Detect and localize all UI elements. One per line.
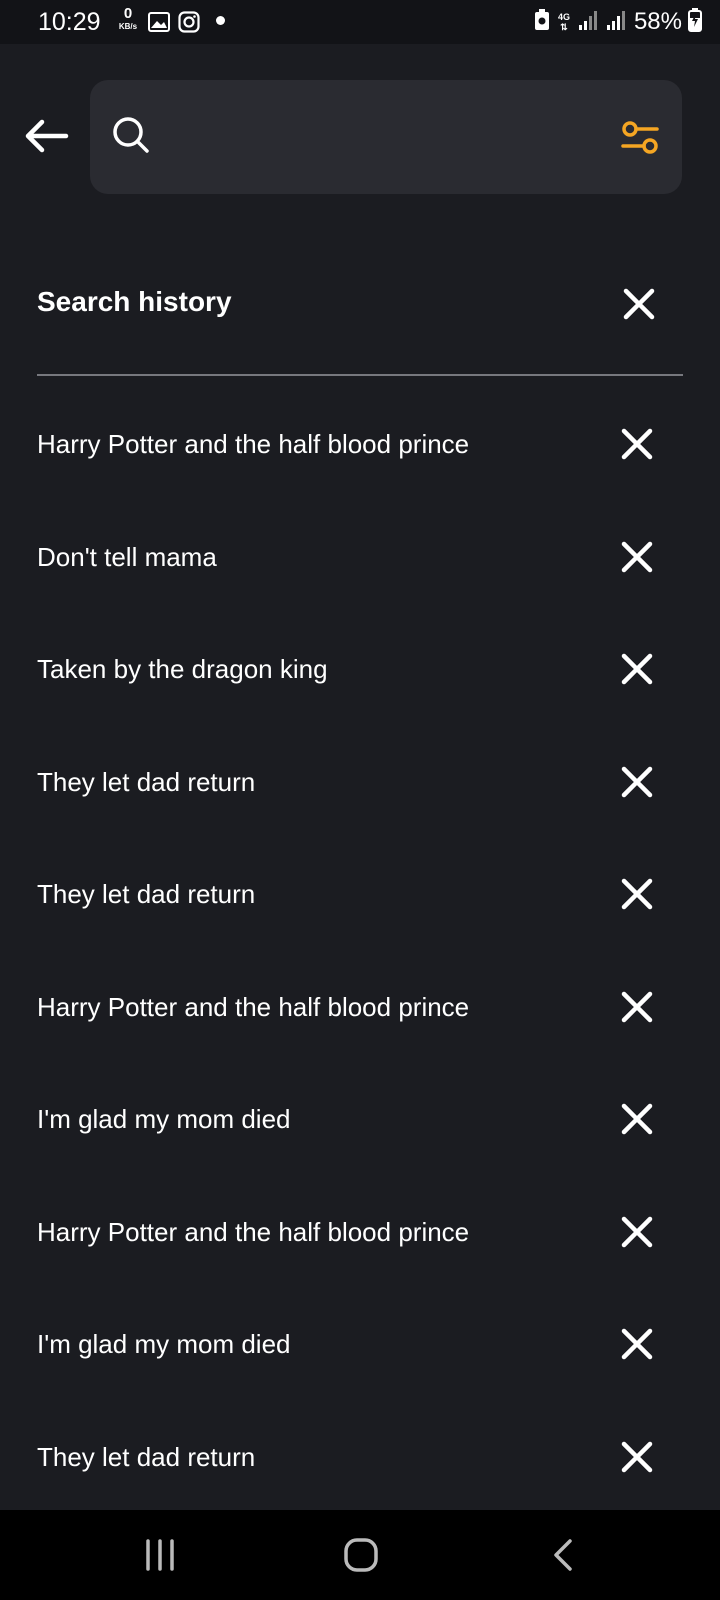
history-item-text: Taken by the dragon king	[37, 654, 328, 684]
home-button[interactable]	[343, 1537, 379, 1578]
close-icon	[621, 428, 653, 460]
remove-history-item-button[interactable]	[617, 649, 657, 689]
history-item[interactable]: Harry Potter and the half blood prince	[0, 390, 720, 503]
close-icon	[623, 288, 655, 320]
net-speed-value: 0	[123, 5, 133, 22]
search-input[interactable]	[166, 110, 586, 164]
status-bar: 10:29 0 KB/s 4G ⇅ 58%	[0, 0, 720, 44]
status-right-icons: 4G ⇅ 58%	[534, 7, 702, 37]
history-item[interactable]: Taken by the dragon king	[0, 615, 720, 728]
signal-strength-2-icon	[606, 9, 628, 36]
history-item[interactable]: Harry Potter and the half blood prince	[0, 1178, 720, 1291]
history-item-text: Don't tell mama	[37, 541, 217, 572]
remove-history-item-button[interactable]	[617, 1212, 657, 1252]
clear-history-button[interactable]	[619, 284, 659, 324]
close-icon	[621, 541, 653, 572]
status-time: 10:29	[38, 8, 101, 36]
history-item-text: Harry Potter and the half blood prince	[37, 991, 470, 1022]
recent-apps-button[interactable]	[143, 1537, 177, 1578]
close-icon	[621, 991, 653, 1022]
filter-sliders-icon	[621, 121, 659, 154]
remove-history-item-button[interactable]	[617, 537, 657, 577]
network-type-icon: 4G ⇅	[557, 12, 570, 32]
back-button[interactable]	[20, 110, 72, 162]
remove-history-item-button[interactable]	[617, 1099, 657, 1139]
recent-apps-icon	[146, 1539, 174, 1571]
history-item-text: Harry Potter and the half blood prince	[37, 1216, 470, 1247]
battery-saver-icon	[534, 8, 550, 36]
history-item-text: They let dad return	[37, 766, 256, 797]
home-icon	[344, 1538, 378, 1572]
network-type-label: 4G	[557, 12, 570, 22]
net-speed-indicator: 0 KB/s	[116, 6, 140, 32]
arrow-left-icon	[25, 119, 69, 153]
search-history-title: Search history	[37, 286, 232, 317]
history-item-text: They let dad return	[37, 879, 256, 909]
history-item[interactable]: They let dad return	[0, 840, 720, 953]
remove-history-item-button[interactable]	[617, 987, 657, 1027]
history-item-text: I'm glad my mom died	[37, 1104, 291, 1134]
history-item-text: They let dad return	[37, 1441, 256, 1472]
search-header	[0, 80, 720, 194]
close-icon	[621, 653, 653, 685]
history-item[interactable]: I'm glad my mom died	[0, 1065, 720, 1178]
history-item-text: Harry Potter and the half blood prince	[37, 429, 470, 459]
search-icon	[112, 116, 152, 161]
history-item[interactable]: Don't tell mama	[0, 503, 720, 616]
close-icon	[621, 1103, 653, 1135]
battery-charging-icon	[688, 7, 702, 37]
notification-dot-icon	[216, 16, 225, 25]
close-icon	[621, 1328, 653, 1360]
history-item[interactable]: They let dad return	[0, 728, 720, 841]
close-icon	[621, 878, 653, 910]
search-history-header: Search history	[37, 270, 683, 340]
remove-history-item-button[interactable]	[617, 1324, 657, 1364]
close-icon	[621, 766, 653, 797]
system-navigation-bar	[0, 1510, 720, 1600]
history-item[interactable]: I'm glad my mom died	[0, 1290, 720, 1403]
divider	[37, 374, 683, 376]
close-icon	[621, 1216, 653, 1247]
instagram-notification-icon	[178, 11, 200, 38]
chevron-left-icon	[554, 1539, 572, 1571]
history-item[interactable]: Harry Potter and the half blood prince	[0, 953, 720, 1066]
net-speed-unit: KB/s	[118, 22, 138, 31]
search-box[interactable]	[90, 80, 682, 194]
signal-strength-icon	[578, 9, 600, 36]
filter-button[interactable]	[620, 118, 660, 158]
remove-history-item-button[interactable]	[617, 1437, 657, 1477]
history-item-text: I'm glad my mom died	[37, 1329, 291, 1359]
search-history-list: Harry Potter and the half blood prince Do…	[0, 390, 720, 1515]
gallery-notification-icon	[148, 12, 170, 37]
remove-history-item-button[interactable]	[617, 874, 657, 914]
system-back-button[interactable]	[550, 1537, 576, 1578]
battery-percent: 58%	[633, 8, 682, 35]
close-icon	[621, 1441, 653, 1472]
history-item[interactable]: They let dad return	[0, 1403, 720, 1516]
remove-history-item-button[interactable]	[617, 424, 657, 464]
remove-history-item-button[interactable]	[617, 762, 657, 802]
